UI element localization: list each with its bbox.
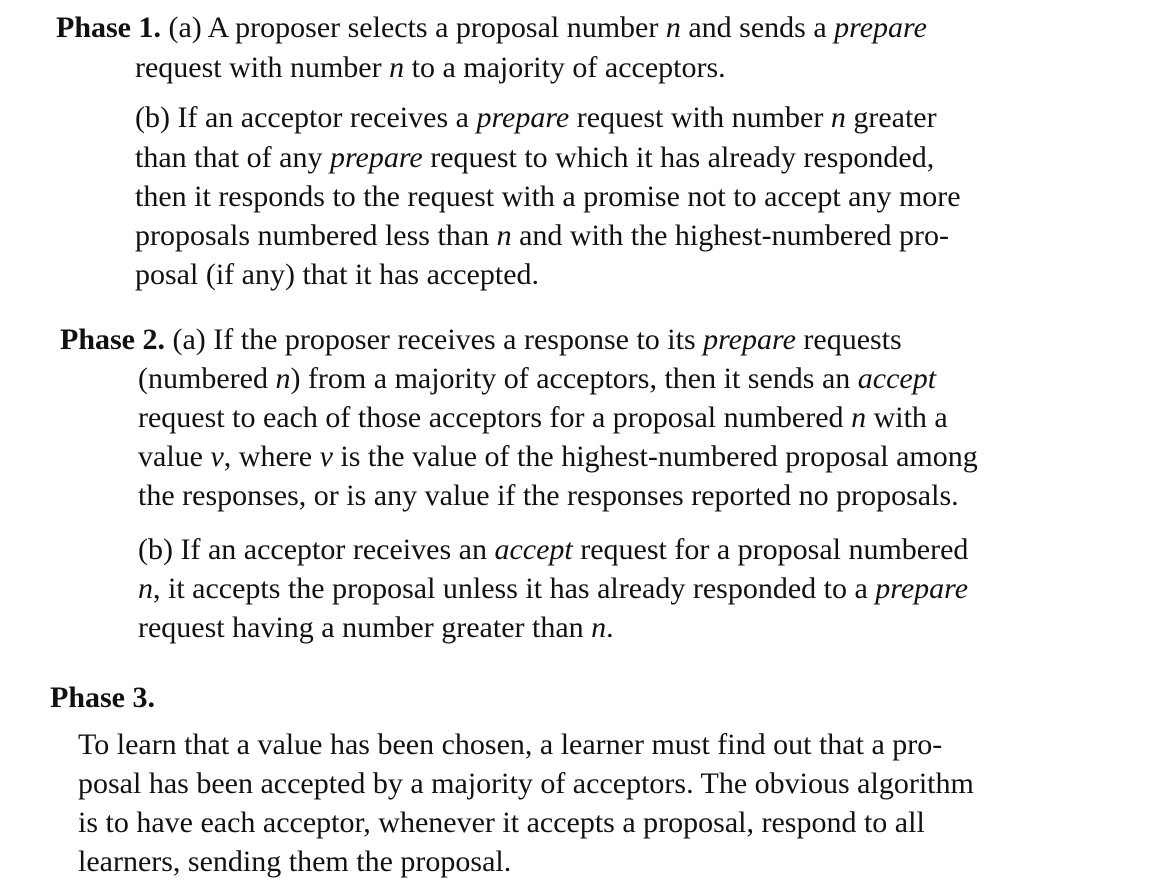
- math-n: n: [496, 219, 512, 252]
- math-n: n: [275, 362, 291, 395]
- phase2-a-line-5: the responses, or is any value if the re…: [138, 478, 959, 514]
- text-span: then it responds to the request with a p…: [135, 180, 961, 213]
- phase1-line-2: request with number n to a majority of a…: [135, 50, 726, 86]
- phase2-a-line-3: request to each of those acceptors for a…: [138, 400, 948, 436]
- text-span: value: [138, 440, 211, 473]
- text-span: .: [606, 611, 614, 644]
- phase3-line-2: posal has been accepted by a majority of…: [78, 767, 974, 800]
- phase1-b-line-2: than that of any prepare request to whic…: [135, 140, 934, 176]
- text-span: proposals numbered less than: [135, 219, 497, 252]
- text-span: the responses, or is any value if the re…: [138, 479, 959, 512]
- text-span: (a) If the proposer receives a response …: [172, 323, 704, 356]
- term-accept: accept: [494, 533, 573, 566]
- term-prepare: prepare: [834, 11, 927, 44]
- text-span: request with number: [569, 101, 831, 134]
- phase2-a-line-2: (numbered n) from a majority of acceptor…: [138, 361, 936, 397]
- text-span: greater: [845, 101, 937, 134]
- text-span: than that of any: [135, 141, 330, 174]
- phase3-line-3: is to have each acceptor, whenever it ac…: [78, 806, 925, 839]
- phase1-b-line-5: posal (if any) that it has accepted.: [135, 257, 539, 293]
- text-span: posal (if any) that it has accepted.: [135, 258, 540, 291]
- text-span: (a) A proposer selects a proposal number: [168, 11, 666, 44]
- math-v: v: [210, 440, 224, 473]
- text-span: request for a proposal numbered: [572, 533, 969, 566]
- term-prepare: prepare: [476, 101, 570, 134]
- phase3-line-1: To learn that a value has been chosen, a…: [78, 728, 943, 761]
- phase1-line-1: Phase 1. (a) A proposer selects a propos…: [56, 10, 927, 46]
- term-prepare: prepare: [703, 323, 796, 356]
- text-span: request with number: [135, 51, 390, 84]
- math-v: v: [319, 440, 333, 473]
- phase1-b-line-1: (b) If an acceptor receives a prepare re…: [135, 100, 937, 136]
- phase3-line-4: learners, sending them the proposal.: [78, 845, 512, 878]
- phase2-heading: Phase 2.: [60, 323, 165, 356]
- text-span: requests: [795, 323, 902, 356]
- text-span: to a majority of acceptors.: [404, 51, 726, 84]
- phase2-line-1: Phase 2. (a) If the proposer receives a …: [60, 322, 902, 358]
- text-span: , where: [223, 440, 320, 473]
- text-span: (b) If an acceptor receives a: [135, 101, 477, 134]
- term-prepare: prepare: [875, 572, 969, 605]
- phase3-heading: Phase 3.: [50, 681, 155, 714]
- math-n: n: [665, 11, 681, 44]
- text-span: with a: [866, 401, 948, 434]
- phase2-b-line-2: n, it accepts the proposal unless it has…: [138, 571, 968, 607]
- text-span: and with the highest-numbered pro-: [511, 219, 949, 252]
- phase2-b-line-3: request having a number greater than n.: [138, 610, 614, 646]
- text-span: (numbered: [138, 362, 276, 395]
- math-n: n: [138, 572, 153, 605]
- text-span: request having a number greater than: [138, 611, 592, 644]
- text-span: ) from a majority of acceptors, then it …: [290, 362, 858, 395]
- text-span: request to each of those acceptors for a…: [138, 401, 852, 434]
- phase2-a-line-4: value v, where v is the value of the hig…: [138, 439, 978, 475]
- phase2-b-line-1: (b) If an acceptor receives an accept re…: [138, 532, 968, 568]
- math-n: n: [591, 611, 607, 644]
- term-prepare: prepare: [329, 141, 423, 174]
- phase1-heading: Phase 1.: [56, 11, 161, 44]
- term-accept: accept: [857, 362, 937, 395]
- math-n: n: [389, 51, 405, 84]
- text-span: (b) If an acceptor receives an: [138, 533, 495, 566]
- text-span: is the value of the highest-numbered pro…: [332, 440, 978, 473]
- text-span: request to which it has already responde…: [422, 141, 935, 174]
- text-span: , it accepts the proposal unless it has …: [153, 572, 876, 605]
- phase1-b-line-3: then it responds to the request with a p…: [135, 179, 961, 215]
- math-n: n: [830, 101, 846, 134]
- text-span: and sends a: [680, 11, 835, 44]
- phase1-b-line-4: proposals numbered less than n and with …: [135, 218, 949, 254]
- math-n: n: [851, 401, 867, 434]
